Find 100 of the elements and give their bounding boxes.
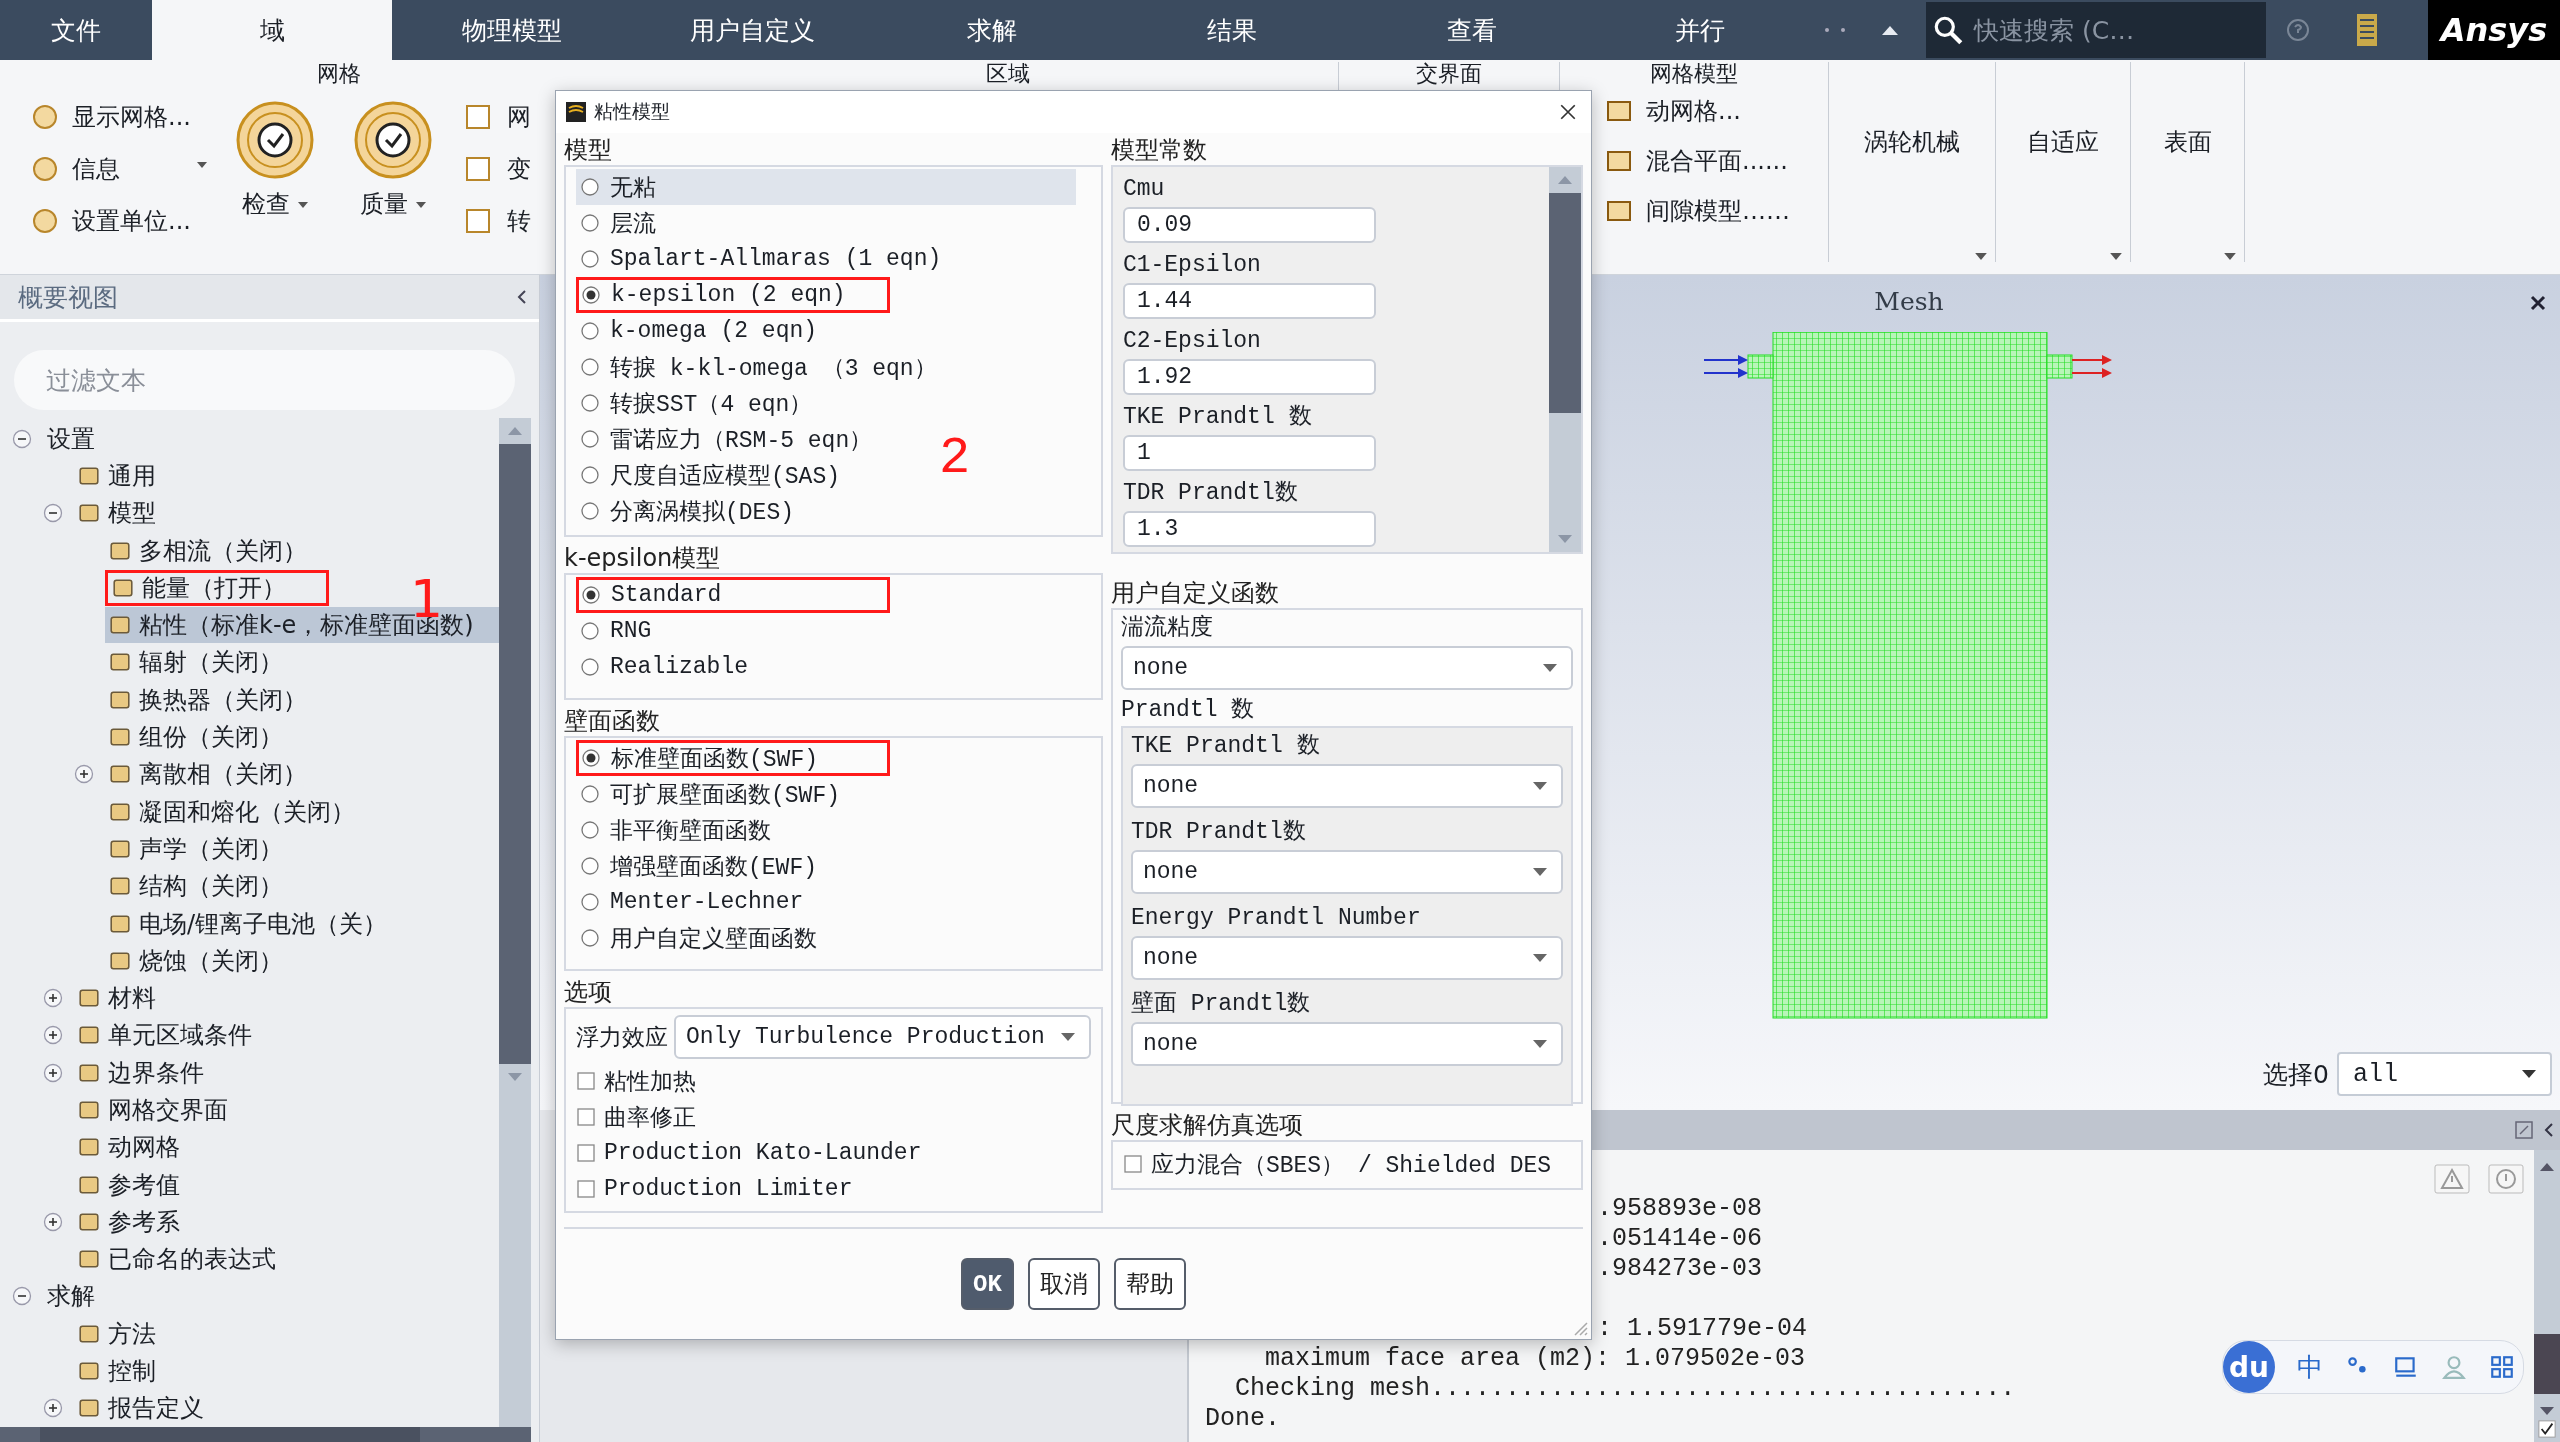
- dropdown[interactable]: none: [1120, 646, 1573, 690]
- radio-option[interactable]: 非平衡壁面函数: [576, 812, 771, 848]
- tree-item[interactable]: 电场/锂离子电池（关）: [105, 905, 392, 942]
- tree-item[interactable]: 单元区域条件: [74, 1017, 256, 1054]
- grid-icon[interactable]: [2489, 1354, 2515, 1380]
- radio-button[interactable]: [581, 748, 601, 768]
- tree-item[interactable]: 报告定义: [74, 1390, 208, 1427]
- radio-option[interactable]: Standard: [576, 577, 890, 613]
- text-field[interactable]: 1: [1122, 435, 1376, 471]
- radio-button[interactable]: [580, 501, 600, 521]
- scrollbar[interactable]: [2534, 1150, 2560, 1442]
- tree-item[interactable]: 结构（关闭）: [105, 868, 287, 905]
- tree-item[interactable]: 烧蚀（关闭）: [105, 942, 287, 979]
- scrollbar[interactable]: [499, 418, 531, 1427]
- radio-button[interactable]: [580, 657, 600, 677]
- radio-option[interactable]: Menter-Lechner: [576, 884, 804, 920]
- scroll-thumb[interactable]: [1549, 193, 1581, 413]
- caret-icon[interactable]: [196, 162, 207, 168]
- radio-option[interactable]: 转捩SST（4 eqn）: [576, 385, 813, 421]
- dialog-button[interactable]: 帮助: [1113, 1258, 1186, 1310]
- tree-item[interactable]: 能量（打开）: [105, 569, 329, 606]
- radio-button[interactable]: [581, 585, 601, 605]
- collapse-icon[interactable]: [2544, 1122, 2554, 1138]
- radio-button[interactable]: [581, 285, 601, 305]
- ribbon-menu[interactable]: 涡轮机械: [1829, 62, 1996, 262]
- ribbon-tab[interactable]: 求解: [872, 0, 1112, 60]
- ribbon-button[interactable]: 网: [462, 96, 531, 138]
- text-field[interactable]: 1.44: [1122, 283, 1376, 319]
- tree-item[interactable]: 组份（关闭）: [105, 719, 287, 755]
- radio-option[interactable]: 雷诺应力（RSM-5 eqn）: [576, 421, 873, 457]
- radio-option[interactable]: Spalart-Allmaras (1 eqn): [576, 241, 942, 277]
- expand-toggle[interactable]: [43, 1062, 63, 1083]
- checkbox[interactable]: [1122, 1154, 1143, 1174]
- text-field[interactable]: 1.3: [1122, 511, 1376, 547]
- checkbox-option[interactable]: 粘性加热: [576, 1063, 1091, 1099]
- scrollbar[interactable]: [1549, 167, 1581, 552]
- checkbox[interactable]: [576, 1071, 596, 1091]
- tree-item[interactable]: 求解: [43, 1278, 99, 1315]
- ribbon-button[interactable]: 质量: [342, 90, 443, 220]
- radio-option[interactable]: k-epsilon (2 eqn): [576, 277, 890, 313]
- ribbon-button[interactable]: 间隙模型……: [1604, 190, 1828, 232]
- collapse-icon[interactable]: [517, 289, 527, 305]
- radio-option[interactable]: 层流: [576, 205, 656, 241]
- scroll-up-icon[interactable]: [2539, 1162, 2555, 1172]
- radio-button[interactable]: [580, 249, 600, 269]
- keyboard-icon[interactable]: [2393, 1354, 2419, 1380]
- radio-button[interactable]: [580, 429, 600, 449]
- tree-item[interactable]: 多相流（关闭）: [105, 532, 311, 569]
- checkbox-option[interactable]: 应力混合（SBES） / Shielded DES: [1122, 1146, 1571, 1182]
- ribbon-tab[interactable]: 查看: [1352, 0, 1592, 60]
- search-field[interactable]: 快速搜索 (C…: [1926, 2, 2266, 58]
- tree-item[interactable]: 边界条件: [74, 1054, 208, 1091]
- radio-option[interactable]: 标准壁面函数(SWF): [576, 740, 890, 776]
- list-icon[interactable]: [2355, 12, 2379, 48]
- radio-option[interactable]: 无粘: [576, 169, 1076, 205]
- expand-toggle[interactable]: [12, 428, 32, 449]
- tree-item[interactable]: 控制: [74, 1353, 160, 1390]
- text-field[interactable]: 1.92: [1122, 359, 1376, 395]
- radio-button[interactable]: [580, 820, 600, 840]
- selector-dropdown[interactable]: all: [2337, 1052, 2552, 1096]
- tree-item[interactable]: 模型: [74, 495, 160, 532]
- expand-toggle[interactable]: [12, 1286, 32, 1307]
- tree-item[interactable]: 方法: [74, 1315, 160, 1352]
- ribbon-tab[interactable]: 域: [152, 0, 392, 60]
- dialog-button[interactable]: 取消: [1027, 1258, 1100, 1310]
- info-icon[interactable]: [2488, 1164, 2524, 1194]
- scroll-thumb[interactable]: [2534, 1334, 2560, 1394]
- tree-item[interactable]: 辐射（关闭）: [105, 644, 287, 681]
- expand-toggle[interactable]: [43, 1398, 63, 1419]
- ime-logo[interactable]: du: [2223, 1341, 2275, 1393]
- dropdown[interactable]: none: [1130, 850, 1563, 894]
- radio-option[interactable]: 用户自定义壁面函数: [576, 920, 817, 956]
- expand-toggle[interactable]: [43, 988, 63, 1009]
- ribbon-tab[interactable]: 文件: [0, 0, 152, 60]
- expand-toggle[interactable]: [43, 1025, 63, 1046]
- ime-mode[interactable]: 中: [2297, 1349, 2323, 1385]
- tree-item[interactable]: 离散相（关闭）: [105, 756, 311, 793]
- radio-option[interactable]: 可扩展壁面函数(SWF): [576, 776, 840, 812]
- expand-toggle[interactable]: [74, 764, 94, 785]
- tree-item[interactable]: 参考值: [74, 1166, 184, 1203]
- radio-button[interactable]: [580, 621, 600, 641]
- tree-item[interactable]: 动网格: [74, 1129, 184, 1166]
- text-field[interactable]: 0.09: [1122, 207, 1376, 243]
- checkbox-option[interactable]: 曲率修正: [576, 1099, 1091, 1135]
- close-icon[interactable]: [2530, 295, 2546, 311]
- ribbon-tab[interactable]: 结果: [1112, 0, 1352, 60]
- dialog-button[interactable]: OK: [961, 1258, 1014, 1310]
- radio-button[interactable]: [580, 892, 600, 912]
- radio-button[interactable]: [580, 928, 600, 948]
- ribbon-menu[interactable]: 表面: [2131, 62, 2245, 262]
- radio-button[interactable]: [580, 321, 600, 341]
- checkbox[interactable]: [576, 1179, 596, 1199]
- radio-button[interactable]: [580, 177, 600, 197]
- radio-option[interactable]: 增强壁面函数(EWF): [576, 848, 817, 884]
- ribbon-button[interactable]: 转: [462, 200, 531, 242]
- checkbox-option[interactable]: Production Limiter: [576, 1171, 1091, 1207]
- radio-option[interactable]: Realizable: [576, 649, 749, 685]
- radio-option[interactable]: RNG: [576, 613, 652, 649]
- radio-button[interactable]: [580, 357, 600, 377]
- radio-button[interactable]: [580, 393, 600, 413]
